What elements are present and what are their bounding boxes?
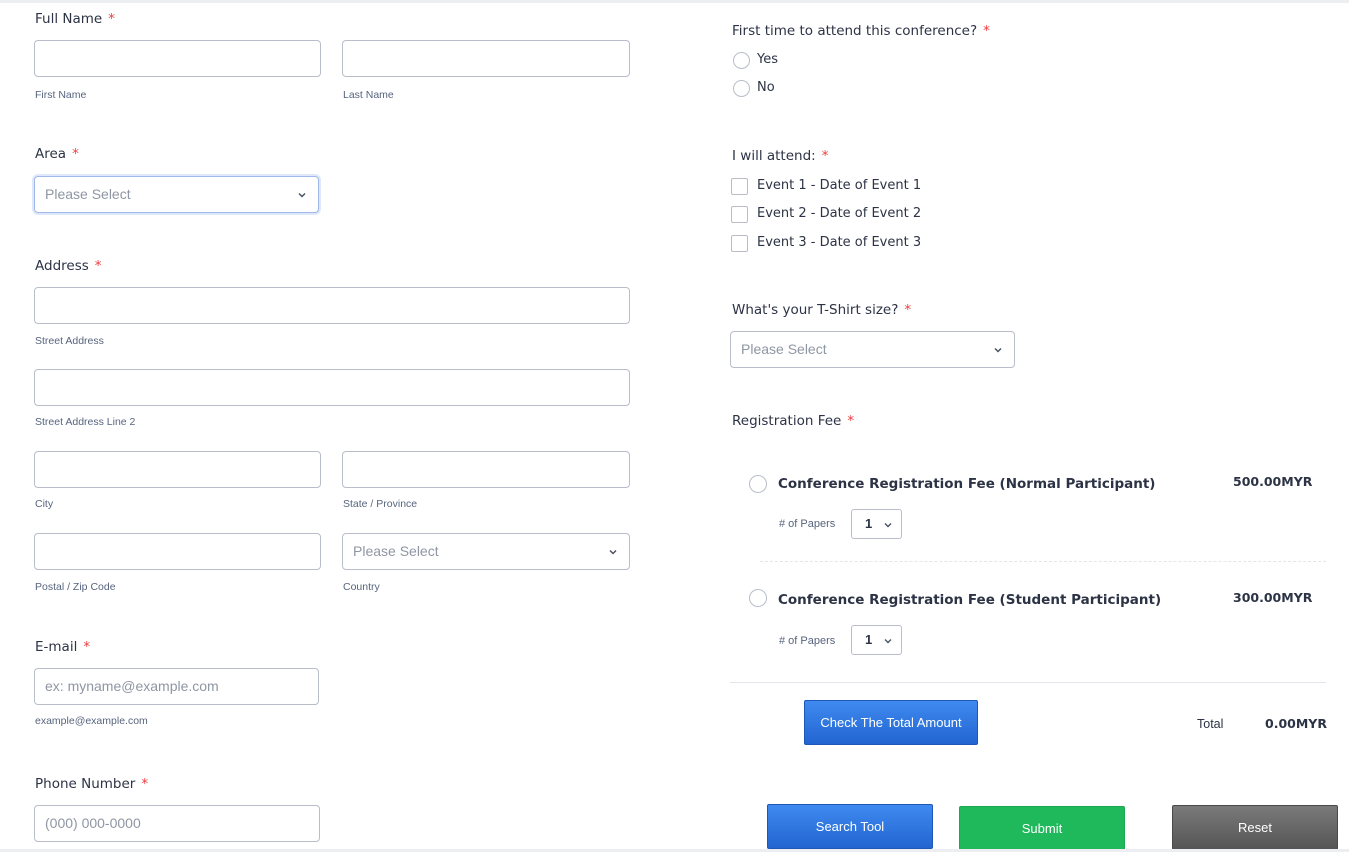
country-sublabel: Country xyxy=(343,581,380,593)
price-currency: MYR xyxy=(1281,474,1313,489)
area-select-value: Please Select xyxy=(45,186,131,202)
country-select-value: Please Select xyxy=(353,543,439,559)
radio-yes[interactable] xyxy=(733,52,750,69)
event-1-label: Event 1 - Date of Event 1 xyxy=(757,178,922,193)
email-label: E-mail * xyxy=(35,639,90,655)
area-label: Area * xyxy=(35,146,79,162)
product-normal-price: 500.00MYR xyxy=(1233,474,1312,489)
event-3-label: Event 3 - Date of Event 3 xyxy=(757,235,922,250)
phone-input[interactable]: (000) 000-0000 xyxy=(34,805,320,842)
first-name-input[interactable] xyxy=(34,40,321,77)
chevron-down-icon xyxy=(994,347,1002,353)
address-label: Address * xyxy=(35,258,102,274)
product-student-name: Conference Registration Fee (Student Par… xyxy=(778,592,1162,608)
required-mark: * xyxy=(72,146,79,162)
product-normal-qty-select[interactable]: 1 xyxy=(851,509,902,539)
postal-code-input[interactable] xyxy=(34,533,321,570)
checkbox-event-3[interactable] xyxy=(731,235,748,252)
state-sublabel: State / Province xyxy=(343,498,418,510)
reset-button[interactable]: Reset xyxy=(1172,805,1338,850)
full-name-label: Full Name * xyxy=(35,11,115,27)
required-mark: * xyxy=(904,302,912,318)
radio-no-label: No xyxy=(757,80,775,95)
last-name-input[interactable] xyxy=(342,40,630,77)
first-time-label: First time to attend this conference? * xyxy=(732,23,990,39)
street-address-2-sublabel: Street Address Line 2 xyxy=(35,416,136,428)
first-time-label-text: First time to attend this conference? xyxy=(732,23,978,39)
checkbox-event-2[interactable] xyxy=(731,206,748,223)
required-mark: * xyxy=(83,639,91,655)
street-address-2-input[interactable] xyxy=(34,369,630,406)
email-placeholder: ex: myname@example.com xyxy=(45,678,219,694)
area-select[interactable]: Please Select xyxy=(34,176,319,213)
product-student-qty-label: # of Papers xyxy=(779,635,836,647)
product-normal-radio[interactable] xyxy=(749,475,767,493)
radio-yes-label: Yes xyxy=(757,52,778,67)
chevron-down-icon xyxy=(884,523,892,528)
phone-label-text: Phone Number xyxy=(35,776,136,792)
tshirt-select[interactable]: Please Select xyxy=(730,331,1015,368)
email-input[interactable]: ex: myname@example.com xyxy=(34,668,319,705)
tshirt-label-text: What's your T-Shirt size? xyxy=(732,302,899,318)
chevron-down-icon xyxy=(609,549,617,555)
product-student-price: 300.00MYR xyxy=(1233,590,1312,605)
street-address-input[interactable] xyxy=(34,287,630,324)
price-currency: MYR xyxy=(1281,590,1313,605)
product-normal-qty-label: # of Papers xyxy=(779,518,836,530)
required-mark: * xyxy=(821,148,829,164)
first-name-sublabel: First Name xyxy=(35,89,87,101)
price-amount: 300.00 xyxy=(1233,590,1282,605)
chevron-down-icon xyxy=(298,192,306,198)
checkbox-event-1[interactable] xyxy=(731,178,748,195)
address-label-text: Address xyxy=(35,258,89,274)
top-divider xyxy=(0,0,1349,3)
email-sublabel: example@example.com xyxy=(35,715,148,727)
product-student-qty-select[interactable]: 1 xyxy=(851,625,902,655)
price-amount: 500.00 xyxy=(1233,474,1282,489)
state-input[interactable] xyxy=(342,451,630,488)
city-input[interactable] xyxy=(34,451,321,488)
total-value: 0.00MYR xyxy=(1265,716,1327,731)
submit-button[interactable]: Submit xyxy=(959,806,1125,850)
search-tool-button[interactable]: Search Tool xyxy=(767,804,933,849)
event-2-label: Event 2 - Date of Event 2 xyxy=(757,206,922,221)
total-amount: 0.00 xyxy=(1265,716,1296,731)
phone-label: Phone Number * xyxy=(35,776,148,792)
total-divider xyxy=(730,682,1326,683)
product-normal-name: Conference Registration Fee (Normal Part… xyxy=(778,476,1156,492)
required-mark: * xyxy=(847,413,855,429)
check-total-button[interactable]: Check The Total Amount xyxy=(804,700,978,745)
tshirt-select-value: Please Select xyxy=(741,341,827,357)
attend-label: I will attend: * xyxy=(732,148,828,164)
attend-label-text: I will attend: xyxy=(732,148,816,164)
product-student-radio[interactable] xyxy=(749,589,767,607)
required-mark: * xyxy=(94,258,102,274)
city-sublabel: City xyxy=(35,498,54,510)
last-name-sublabel: Last Name xyxy=(343,89,394,101)
country-select[interactable]: Please Select xyxy=(342,533,630,570)
full-name-label-text: Full Name xyxy=(35,11,103,27)
radio-no[interactable] xyxy=(733,80,750,97)
email-label-text: E-mail xyxy=(35,639,78,655)
phone-placeholder: (000) 000-0000 xyxy=(45,815,141,831)
product-divider xyxy=(760,561,1326,562)
area-label-text: Area xyxy=(35,146,67,162)
required-mark: * xyxy=(108,11,115,27)
qty-value: 1 xyxy=(865,632,873,647)
total-label: Total xyxy=(1197,717,1224,731)
street-address-sublabel: Street Address xyxy=(35,335,104,347)
required-mark: * xyxy=(141,776,149,792)
chevron-down-icon xyxy=(884,639,892,644)
tshirt-label: What's your T-Shirt size? * xyxy=(732,302,911,318)
required-mark: * xyxy=(983,23,990,39)
total-currency: MYR xyxy=(1295,716,1327,731)
postal-code-sublabel: Postal / Zip Code xyxy=(35,581,116,593)
registration-fee-label-text: Registration Fee xyxy=(732,413,842,429)
registration-fee-label: Registration Fee * xyxy=(732,413,854,429)
qty-value: 1 xyxy=(865,516,873,531)
